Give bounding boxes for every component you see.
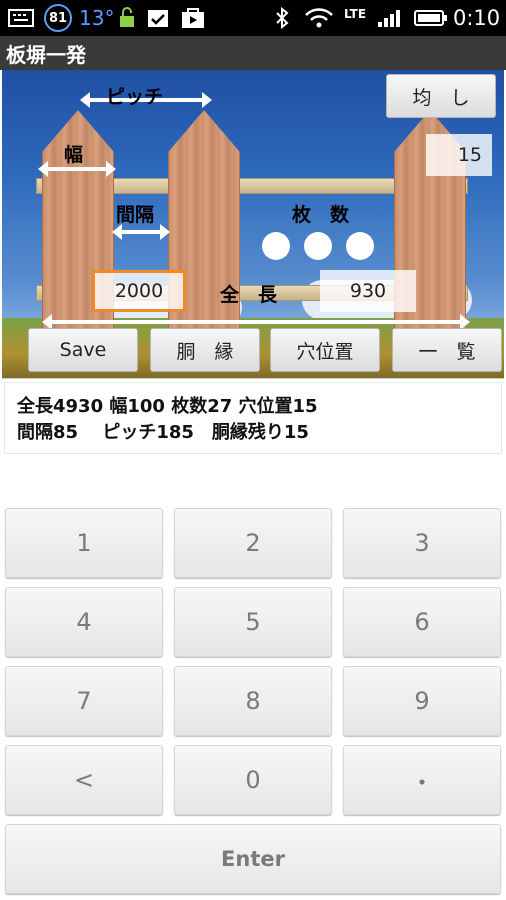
fence-diagram: ピッチ 幅 間隔 枚 数 15 2000 全 長 930 均 し Save 胴 … (2, 70, 504, 379)
even-button[interactable]: 均 し (386, 74, 496, 118)
key-6[interactable]: 6 (343, 587, 501, 657)
keyboard-icon (8, 6, 34, 30)
gap-label: 間隔 (116, 204, 155, 226)
total-length-label: 全 長 (220, 284, 278, 306)
key-4[interactable]: 4 (5, 587, 163, 657)
count-dot (262, 232, 290, 260)
key-2[interactable]: 2 (174, 508, 332, 578)
summary-panel: 全長4930 幅100 枚数27 穴位置15 間隔85 ピッチ185 胴縁残り1… (4, 382, 502, 454)
gap-arrow (112, 224, 170, 240)
key-9[interactable]: 9 (343, 666, 501, 736)
temperature: 13° (79, 6, 115, 30)
status-bar: 81 13° LTE 0:10 (0, 0, 506, 36)
network-type: LTE (344, 7, 367, 21)
total-length-arrow (42, 314, 470, 330)
key-7[interactable]: 7 (5, 666, 163, 736)
lock-icon (118, 6, 136, 30)
total-length-value[interactable]: 930 (320, 270, 416, 312)
count-label: 枚 数 (292, 204, 350, 226)
signal-icon (376, 6, 404, 30)
notification-badge: 81 (44, 4, 72, 32)
badge-count: 81 (48, 10, 68, 26)
key-backspace[interactable]: < (5, 745, 163, 815)
bluetooth-icon (274, 6, 290, 30)
hole-position-value[interactable]: 15 (426, 134, 492, 176)
gap-input[interactable]: 2000 (92, 270, 186, 312)
key-5[interactable]: 5 (174, 587, 332, 657)
battery-icon (414, 6, 448, 30)
key-8[interactable]: 8 (174, 666, 332, 736)
wifi-icon (304, 6, 334, 30)
app-title-bar: 板塀一発 (0, 36, 506, 70)
clipboard-check-icon (146, 6, 170, 30)
count-dot (304, 232, 332, 260)
store-bag-icon (180, 6, 206, 30)
count-dot (346, 232, 374, 260)
edge-button[interactable]: 胴 縁 (150, 328, 260, 372)
key-1[interactable]: 1 (5, 508, 163, 578)
list-button[interactable]: 一 覧 (392, 328, 502, 372)
save-button[interactable]: Save (28, 328, 138, 372)
key-3[interactable]: 3 (343, 508, 501, 578)
clock: 0:10 (453, 6, 501, 30)
width-arrow (38, 161, 116, 177)
hole-position-button[interactable]: 穴位置 (270, 328, 380, 372)
summary-line-1: 全長4930 幅100 枚数27 穴位置15 (17, 396, 318, 417)
key-0[interactable]: 0 (174, 745, 332, 815)
pitch-label: ピッチ (106, 86, 164, 108)
app-title: 板塀一発 (6, 42, 86, 67)
width-label: 幅 (64, 144, 84, 166)
key-dot[interactable]: ・ (343, 745, 501, 815)
enter-key[interactable]: Enter (5, 824, 501, 894)
summary-line-2: 間隔85 ピッチ185 胴縁残り15 (17, 422, 309, 443)
